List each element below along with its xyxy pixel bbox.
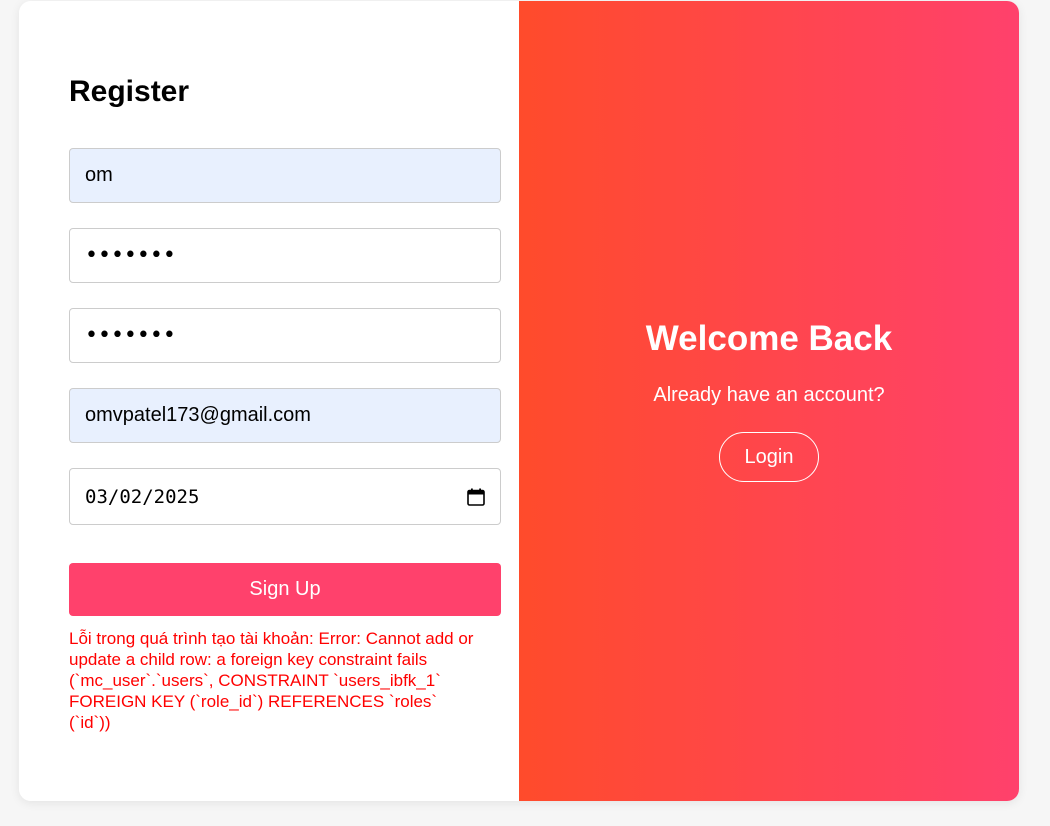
password-value: ••••••• xyxy=(85,243,176,268)
welcome-title: Welcome Back xyxy=(645,319,893,358)
dob-input[interactable]: 03/02/2025 xyxy=(69,468,501,525)
register-panel: Register om ••••••• ••••••• omvpatel173@… xyxy=(19,1,519,801)
welcome-panel: Welcome Back Already have an account? Lo… xyxy=(519,1,1019,801)
register-title: Register xyxy=(69,75,190,108)
login-button[interactable]: Login xyxy=(719,432,819,482)
confirm-password-value: ••••••• xyxy=(85,323,176,348)
username-input[interactable]: om xyxy=(69,148,501,203)
signup-button[interactable]: Sign Up xyxy=(69,563,501,616)
calendar-icon[interactable] xyxy=(467,488,485,506)
confirm-password-input[interactable]: ••••••• xyxy=(69,308,501,363)
email-input[interactable]: omvpatel173@gmail.com xyxy=(69,388,501,443)
email-value: omvpatel173@gmail.com xyxy=(85,404,311,426)
error-message: Lỗi trong quá trình tạo tài khoản: Error… xyxy=(69,629,474,732)
username-value: om xyxy=(85,164,113,186)
welcome-subtitle: Already have an account? xyxy=(653,384,885,406)
auth-card: Register om ••••••• ••••••• omvpatel173@… xyxy=(19,1,1019,801)
password-input[interactable]: ••••••• xyxy=(69,228,501,283)
dob-value: 03/02/2025 xyxy=(85,485,200,508)
